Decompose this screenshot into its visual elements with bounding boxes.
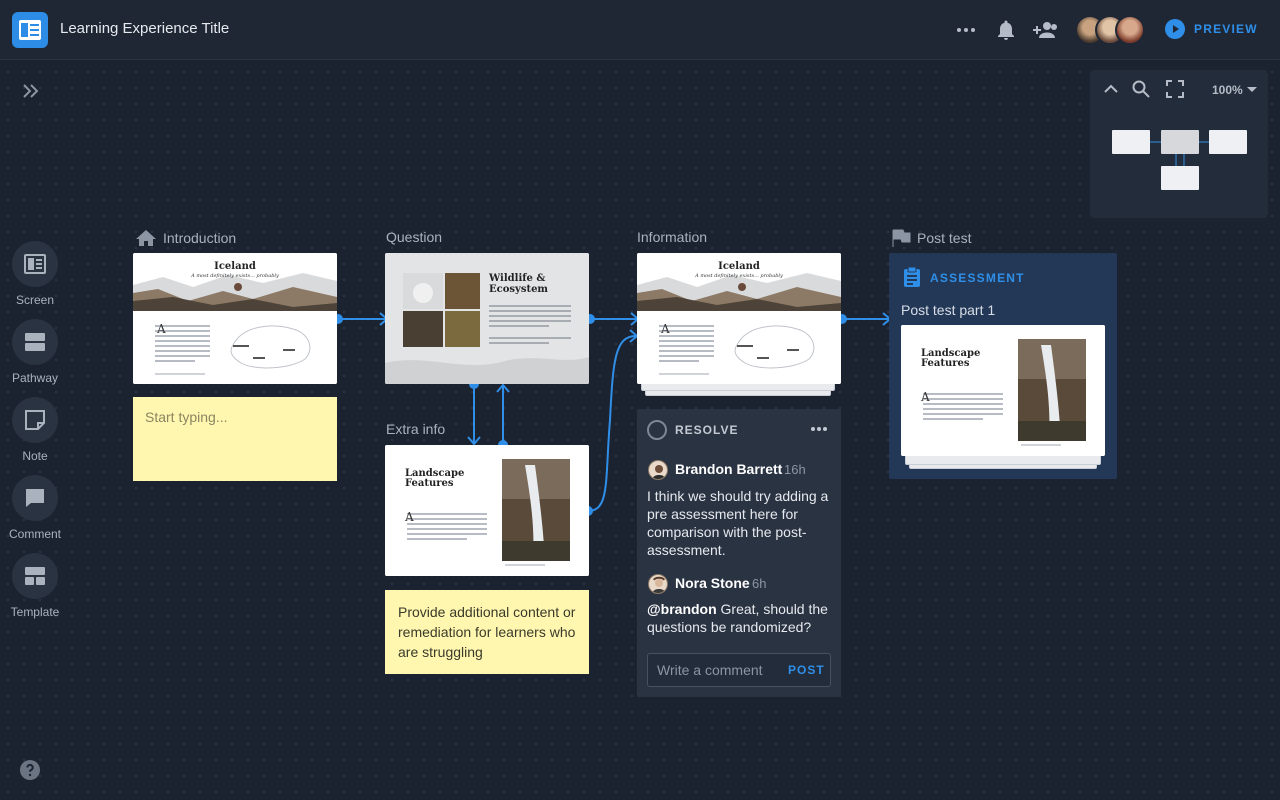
card-title: Landscape Features [921,348,981,369]
screen-card-question[interactable]: Wildlife & Ecosystem [385,253,589,384]
more-options-icon[interactable] [809,421,829,437]
comment-author[interactable]: Brandon Barrett [675,461,782,477]
card-thumbnail: A [385,445,589,576]
assessment-container[interactable]: ASSESSMENT Post test part 1 A Landscape … [889,253,1117,479]
column-label: Question [386,229,443,245]
avatar[interactable] [648,460,668,480]
comment-thread-panel: RESOLVE Brandon Barrett 16h I think we s… [637,409,841,697]
screen-card-post-test[interactable]: A Landscape Features [901,325,1105,456]
card-title: Wildlife & Ecosystem [489,273,549,295]
card-title: Landscape Features [405,468,465,489]
screen-card-introduction[interactable]: A Iceland A most definitely exists... pr… [133,253,337,384]
column-question[interactable]: Question [386,229,442,245]
column-label: Introduction [163,230,237,246]
svg-text:A: A [156,322,166,336]
svg-text:A: A [404,510,414,524]
user-mention[interactable]: @brandon [647,601,717,617]
post-comment-button[interactable]: POST [788,663,825,677]
screen-card-extra-info[interactable]: A Landscape Features [385,445,589,576]
card-subtitle: A most definitely exists... probably [191,273,279,279]
resolve-label[interactable]: RESOLVE [675,423,738,437]
home-icon [136,230,156,246]
card-title: Iceland [214,261,256,272]
column-post-test[interactable]: Post test [891,229,971,247]
column-label: Information [637,229,708,245]
column-label: Extra info [386,421,446,437]
note-placeholder[interactable]: Start typing... [133,397,337,437]
comment-author[interactable]: Nora Stone [675,575,750,591]
resolve-checkbox[interactable] [647,420,667,440]
column-extra-info[interactable]: Extra info [386,421,445,437]
flag-icon [892,229,911,247]
screen-card-information[interactable]: A Iceland A most definitely exists... pr… [637,253,841,384]
avatar[interactable] [648,574,668,594]
svg-text:A: A [660,322,670,336]
card-title: Iceland [718,261,760,272]
card-subtitle: A most definitely exists... probably [695,273,783,279]
comment-input-box: POST [647,653,831,687]
column-introduction[interactable]: Introduction [135,229,236,247]
assessment-title[interactable]: Post test part 1 [901,302,995,318]
note-text[interactable]: Provide additional content or remediatio… [385,590,589,674]
column-information[interactable]: Information [637,229,707,245]
sticky-note-introduction[interactable]: Start typing... [133,397,337,481]
comment-text: I think we should try adding a pre asses… [647,488,829,558]
card-thumbnail: A [901,325,1105,456]
assessment-header: ASSESSMENT [930,271,1025,285]
comment-timestamp: 6h [752,576,767,591]
comment-timestamp: 16h [784,462,806,477]
comment-text: @brandon Great, should the questions be … [647,600,835,636]
comment-input[interactable] [648,654,780,686]
svg-text:A: A [920,390,930,404]
column-label: Post test [917,230,972,246]
clipboard-icon [904,266,920,287]
sticky-note-extra-info[interactable]: Provide additional content or remediatio… [385,590,589,674]
